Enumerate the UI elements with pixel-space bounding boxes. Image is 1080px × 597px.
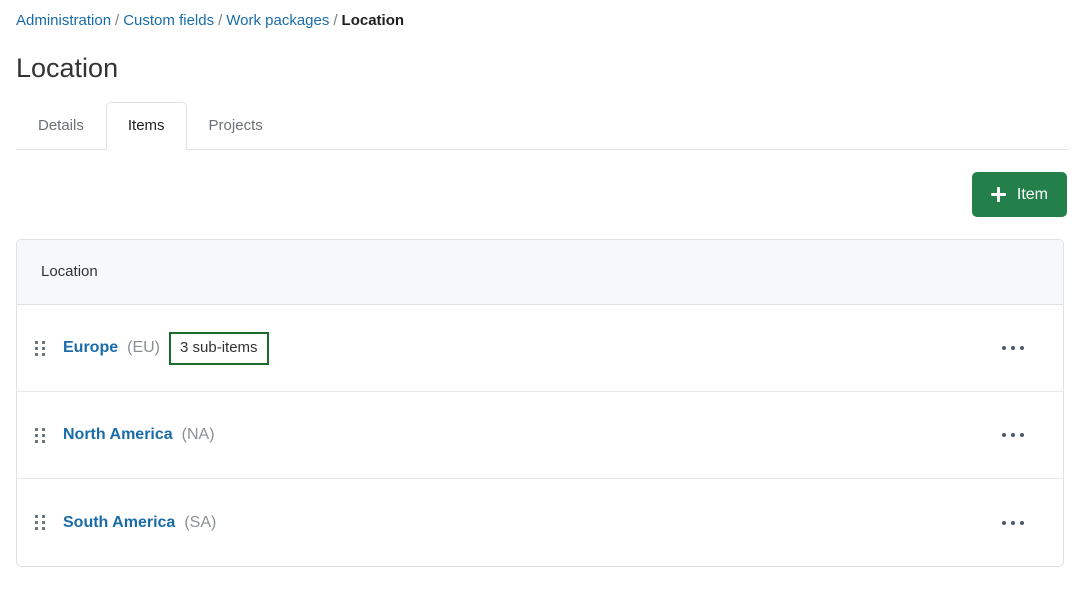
breadcrumb: Administration / Custom fields / Work packag… [16, 11, 404, 31]
page-title: Location [16, 53, 119, 83]
table-row-content: North America (NA) [63, 426, 983, 444]
breadcrumb-separator: / [115, 12, 120, 29]
items-table-header: Location [17, 240, 1063, 305]
toolbar: Item [971, 172, 1067, 217]
breadcrumb-item-work-packages[interactable]: Work packages [226, 12, 329, 29]
plus-icon [990, 187, 1006, 202]
drag-handle-dots [35, 427, 45, 443]
breadcrumb-item-custom-fields[interactable]: Custom fields [123, 12, 214, 29]
drag-handle-icon[interactable] [17, 427, 63, 443]
tab-items[interactable]: Items [105, 102, 187, 151]
drag-handle-icon[interactable] [17, 340, 63, 356]
table-row-content: Europe (EU) 3 sub-items [63, 331, 983, 365]
breadcrumb-separator: / [218, 12, 223, 29]
row-menu-button[interactable] [983, 346, 1043, 350]
row-menu-button[interactable] [983, 520, 1043, 525]
page-root: Administration / Custom fields / Work packag… [0, 0, 1080, 597]
breadcrumb-item-location-current: Location [341, 12, 405, 29]
kebab-menu-icon [1002, 433, 1024, 437]
item-link-south-america[interactable]: South America [63, 514, 175, 532]
drag-handle-icon[interactable] [17, 515, 63, 530]
kebab-menu-icon [1002, 520, 1024, 525]
tab-projects[interactable]: Projects [187, 102, 285, 150]
row-menu-button[interactable] [983, 433, 1043, 437]
add-item-button-label: Item [1016, 185, 1048, 203]
tab-bar: Details Items Projects [16, 99, 1068, 151]
add-item-button[interactable]: Item [971, 172, 1067, 217]
item-short-code: (EU) [127, 339, 161, 356]
drag-handle-dots [35, 515, 45, 530]
item-link-europe[interactable]: Europe [63, 339, 118, 357]
sub-items-badge[interactable]: 3 sub-items [169, 331, 269, 365]
drag-handle-dots [35, 340, 45, 356]
items-table-card: Location Europe (EU) 3 sub-items North A… [16, 239, 1064, 567]
item-short-code: (NA) [181, 426, 215, 443]
item-short-code: (SA) [184, 513, 217, 531]
breadcrumb-item-administration[interactable]: Administration [16, 12, 111, 29]
items-table-body: Europe (EU) 3 sub-items North America (N… [17, 305, 1063, 566]
item-link-north-america[interactable]: North America [63, 426, 173, 444]
tab-details[interactable]: Details [16, 102, 106, 150]
tab-list: Details Items Projects [16, 99, 285, 151]
table-row: North America (NA) [17, 392, 1063, 479]
table-row: South America (SA) [17, 479, 1063, 566]
kebab-menu-icon [1002, 346, 1024, 350]
breadcrumb-separator: / [333, 12, 338, 29]
table-row: Europe (EU) 3 sub-items [17, 305, 1063, 392]
table-row-content: South America (SA) [63, 514, 983, 532]
